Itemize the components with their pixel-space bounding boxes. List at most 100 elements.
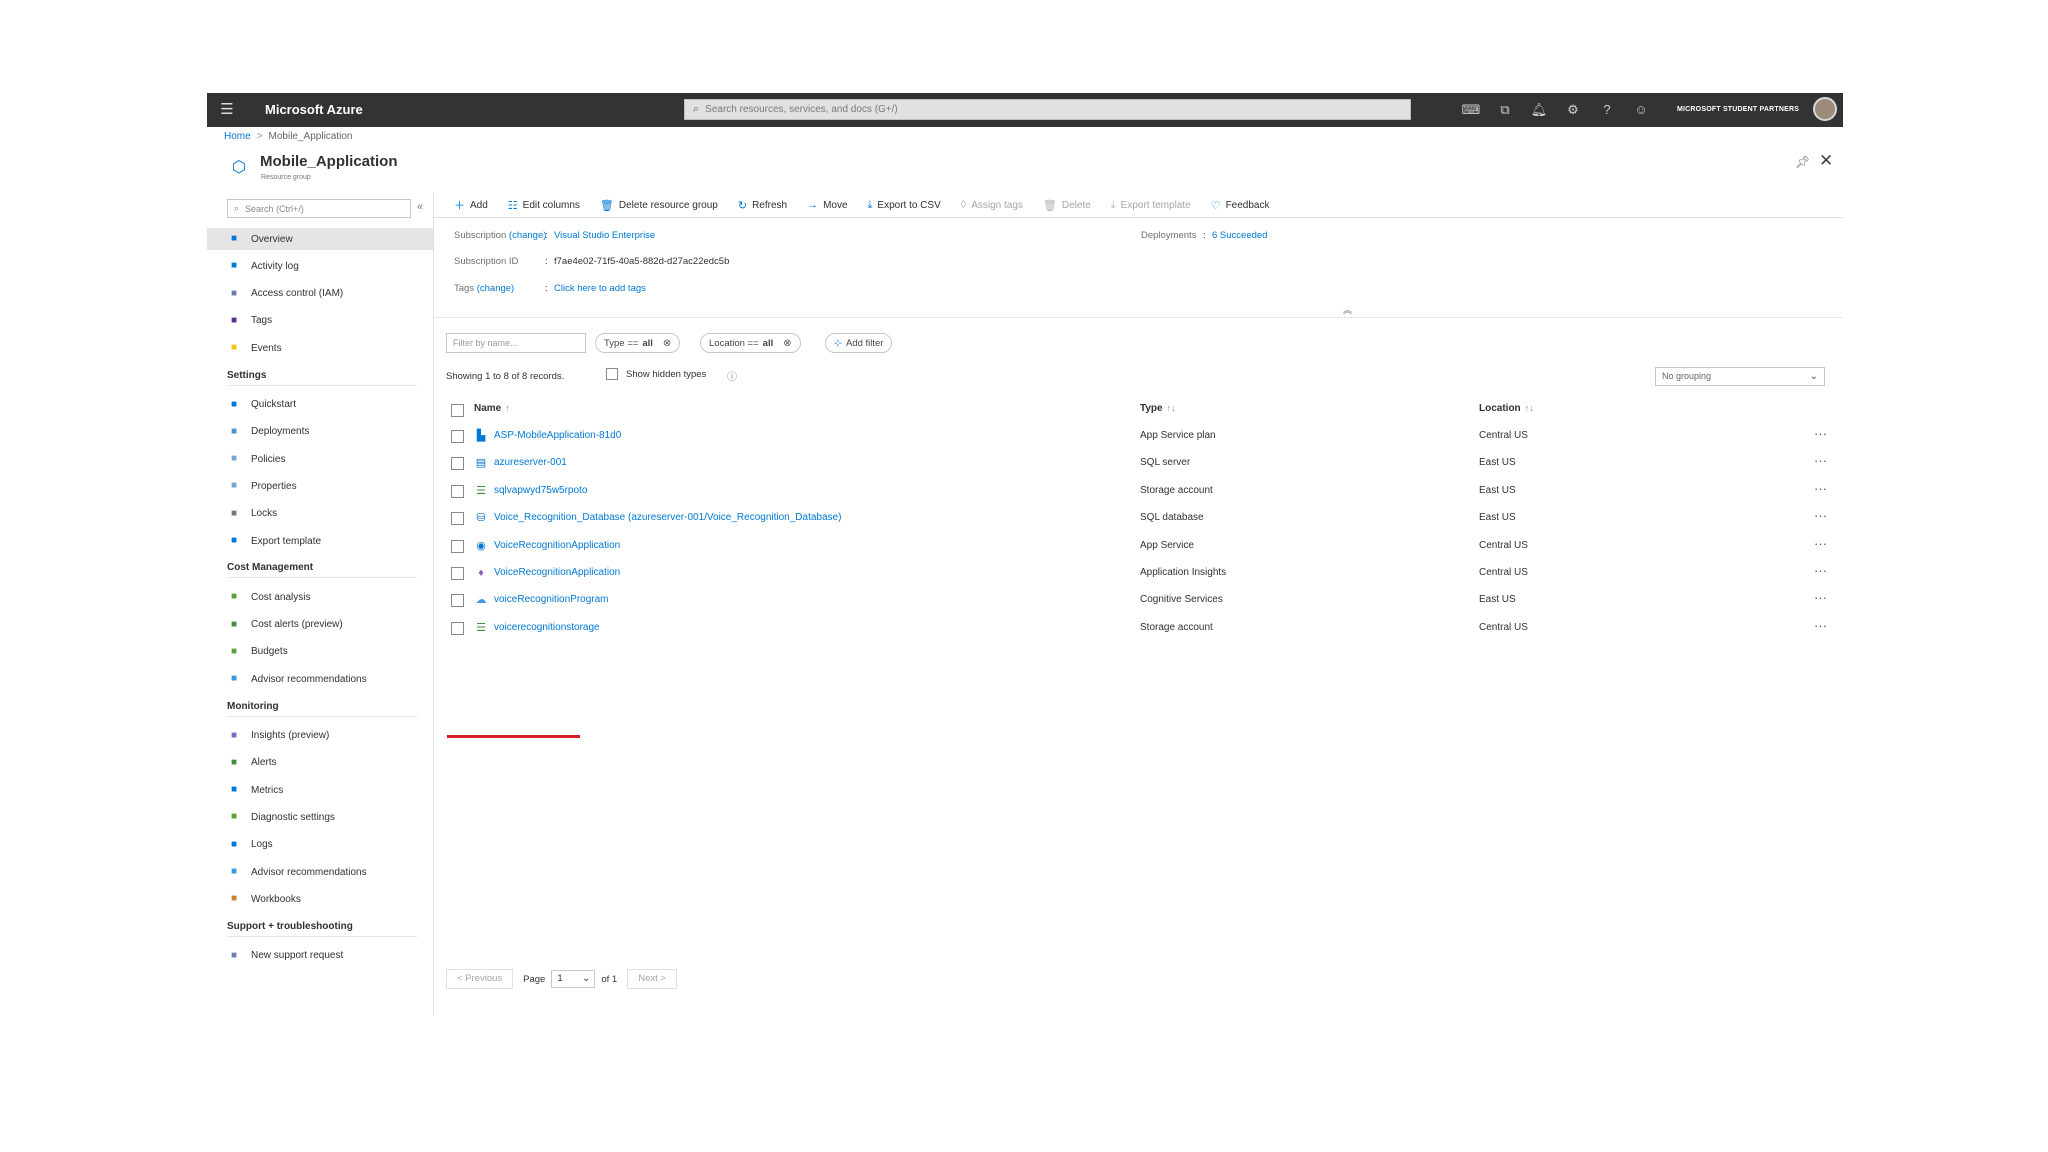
show-hidden-types-checkbox[interactable] xyxy=(606,368,618,380)
sidebar-item-metrics[interactable]: ■ Metrics xyxy=(207,779,433,801)
sidebar-item-new-support-request[interactable]: ■ New support request xyxy=(207,945,433,967)
add-filter-button[interactable]: ⊹ Add filter xyxy=(825,333,893,353)
breadcrumb-current[interactable]: Mobile_Application xyxy=(269,131,353,142)
deployments-value-link[interactable]: 6 Succeeded xyxy=(1212,230,1267,241)
type-filter-pill[interactable]: Type == all ⊗ xyxy=(595,333,681,353)
topbar-icons: ⌨ ⧉ 🔔︎ ⚙ ? ☺ xyxy=(1454,100,1658,120)
sort-icon: ↑↓ xyxy=(1166,403,1176,413)
sidebar-item-logs[interactable]: ■ Logs xyxy=(207,834,433,856)
cloud-shell-icon[interactable]: ⌨ xyxy=(1454,100,1488,120)
notifications-icon[interactable]: 🔔︎ xyxy=(1522,100,1556,120)
more-actions-icon[interactable]: ··· xyxy=(1814,453,1827,468)
row-checkbox[interactable] xyxy=(451,430,464,443)
more-actions-icon[interactable]: ··· xyxy=(1814,426,1827,441)
sidebar-item-advisor-recommendations[interactable]: ■ Advisor recommendations xyxy=(207,861,433,883)
sidebar-item-tags[interactable]: ■ Tags xyxy=(207,310,433,332)
export-template-icon: ■ xyxy=(230,535,238,546)
row-checkbox[interactable] xyxy=(451,539,464,553)
resource-name-link[interactable]: VoiceRecognitionApplication xyxy=(494,567,620,578)
collapse-essentials-icon[interactable]: ︽ xyxy=(1343,303,1352,316)
more-actions-icon[interactable]: ··· xyxy=(1814,508,1827,523)
close-icon[interactable]: ✕ xyxy=(1819,151,1833,171)
sidebar-item-label: Insights (preview) xyxy=(251,730,330,741)
feedback-smiley-icon[interactable]: ☺ xyxy=(1624,100,1658,120)
cost-analysis-icon: ■ xyxy=(230,591,238,603)
grouping-dropdown[interactable]: No grouping ⌄ xyxy=(1655,367,1825,386)
breadcrumb-home-link[interactable]: Home xyxy=(224,131,251,142)
collapse-sidebar-icon[interactable]: « xyxy=(417,201,423,213)
filter-by-name-input[interactable]: Filter by name... xyxy=(446,333,586,353)
resource-name-link[interactable]: VoiceRecognitionApplication xyxy=(494,540,620,551)
sidebar-item-cost-alerts-preview[interactable]: ■ Cost alerts (preview) xyxy=(207,614,433,636)
table-row: ▙ ASP-MobileApplication-81d0 App Service p… xyxy=(434,423,1843,450)
row-checkbox[interactable] xyxy=(451,484,464,498)
sidebar-item-overview[interactable]: ■ Overview xyxy=(207,228,433,250)
avatar[interactable] xyxy=(1813,97,1837,121)
sidebar-item-export-template[interactable]: ■ Export template xyxy=(207,530,433,552)
resource-name-link[interactable]: ASP-MobileApplication-81d0 xyxy=(494,430,621,441)
sidebar-item-properties[interactable]: ■ Properties xyxy=(207,475,433,497)
subscription-change-link[interactable]: (change) xyxy=(509,230,547,241)
account-name[interactable]: MICROSOFT STUDENT PARTNERS xyxy=(1677,106,1799,113)
more-actions-icon[interactable]: ··· xyxy=(1814,481,1827,496)
previous-page-button[interactable]: < Previous xyxy=(446,969,514,989)
directory-filter-icon[interactable]: ⧉ xyxy=(1488,100,1522,120)
more-actions-icon[interactable]: ··· xyxy=(1814,536,1827,551)
resource-name-link[interactable]: Voice_Recognition_Database (azureserver-… xyxy=(494,512,841,523)
sidebar-item-label: Cost alerts (preview) xyxy=(251,619,343,631)
help-icon[interactable]: ? xyxy=(1590,100,1624,120)
more-actions-icon[interactable]: ··· xyxy=(1814,563,1827,578)
hamburger-menu-icon[interactable]: ☰ xyxy=(217,101,237,119)
remove-filter-icon[interactable]: ⊗ xyxy=(783,338,791,349)
add-tags-link[interactable]: Click here to add tags xyxy=(554,283,646,294)
select-all-checkbox[interactable] xyxy=(451,404,464,417)
page-select[interactable]: 1 ⌄ xyxy=(551,970,596,988)
sidebar-item-deployments[interactable]: ■ Deployments xyxy=(207,421,433,443)
sidebar-item-diagnostic-settings[interactable]: ■ Diagnostic settings xyxy=(207,806,433,828)
row-checkbox[interactable] xyxy=(451,567,464,580)
sidebar-item-cost-analysis[interactable]: ■ Cost analysis xyxy=(207,586,433,608)
sidebar-item-workbooks[interactable]: ■ Workbooks xyxy=(207,888,433,910)
row-checkbox[interactable] xyxy=(451,457,464,471)
resource-name-link[interactable]: sqlvapwyd75w5rpoto xyxy=(494,485,587,496)
search-icon: ⌕ xyxy=(234,203,240,213)
settings-icon[interactable]: ⚙ xyxy=(1556,100,1590,120)
sidebar-item-locks[interactable]: ■ Locks xyxy=(207,503,433,525)
sidebar-item-activity-log[interactable]: ■ Activity log xyxy=(207,255,433,277)
sidebar-item-access-control-iam[interactable]: ■ Access control (IAM) xyxy=(207,283,433,305)
sidebar-item-quickstart[interactable]: ■ Quickstart xyxy=(207,394,433,416)
row-checkbox[interactable] xyxy=(451,512,464,526)
location-header-label: Location xyxy=(1479,403,1521,414)
pin-icon[interactable]: 📌︎ xyxy=(1795,155,1810,169)
column-header-location[interactable]: Location ↑↓ xyxy=(1479,403,1534,414)
subscription-value-link[interactable]: Visual Studio Enterprise xyxy=(554,230,655,241)
sidebar-item-label: Logs xyxy=(251,839,273,851)
tags-change-link[interactable]: (change) xyxy=(477,283,515,294)
next-page-button[interactable]: Next > xyxy=(627,969,677,989)
column-header-type[interactable]: Type ↑↓ xyxy=(1140,403,1176,414)
sidebar-item-alerts[interactable]: ■ Alerts xyxy=(207,752,433,774)
sidebar-item-budgets[interactable]: ■ Budgets xyxy=(207,641,433,663)
location-filter-pill[interactable]: Location == all ⊗ xyxy=(700,333,801,353)
remove-filter-icon[interactable]: ⊗ xyxy=(663,338,671,349)
global-search-input[interactable]: ⌕ Search resources, services, and docs (… xyxy=(684,99,1411,120)
sidebar-search-placeholder: Search (Ctrl+/) xyxy=(245,203,304,214)
info-icon[interactable]: ⓘ xyxy=(727,368,737,383)
sidebar-item-policies[interactable]: ■ Policies xyxy=(207,448,433,470)
resource-name-link[interactable]: voiceRecognitionProgram xyxy=(494,594,609,605)
more-actions-icon[interactable]: ··· xyxy=(1814,618,1827,633)
sidebar-item-advisor-recommendations[interactable]: ■ Advisor recommendations xyxy=(207,668,433,690)
column-header-name[interactable]: Name ↑ xyxy=(474,403,510,414)
resource-name-link[interactable]: voicerecognitionstorage xyxy=(494,622,600,633)
row-checkbox[interactable] xyxy=(451,621,464,635)
resource-type: SQL database xyxy=(1140,512,1204,524)
resource-name-link[interactable]: azureserver-001 xyxy=(494,457,567,468)
row-checkbox[interactable] xyxy=(451,594,464,608)
brand-title[interactable]: Microsoft Azure xyxy=(265,102,363,117)
more-actions-icon[interactable]: ··· xyxy=(1814,590,1827,605)
sidebar-item-events[interactable]: ■ Events xyxy=(207,337,433,359)
sidebar-section-header: Support + troubleshooting xyxy=(227,920,353,932)
sidebar-item-label: Alerts xyxy=(251,757,277,769)
sidebar-item-insights-preview[interactable]: ■ Insights (preview) xyxy=(207,725,433,747)
sidebar-search-input[interactable]: ⌕ Search (Ctrl+/) xyxy=(227,199,411,218)
